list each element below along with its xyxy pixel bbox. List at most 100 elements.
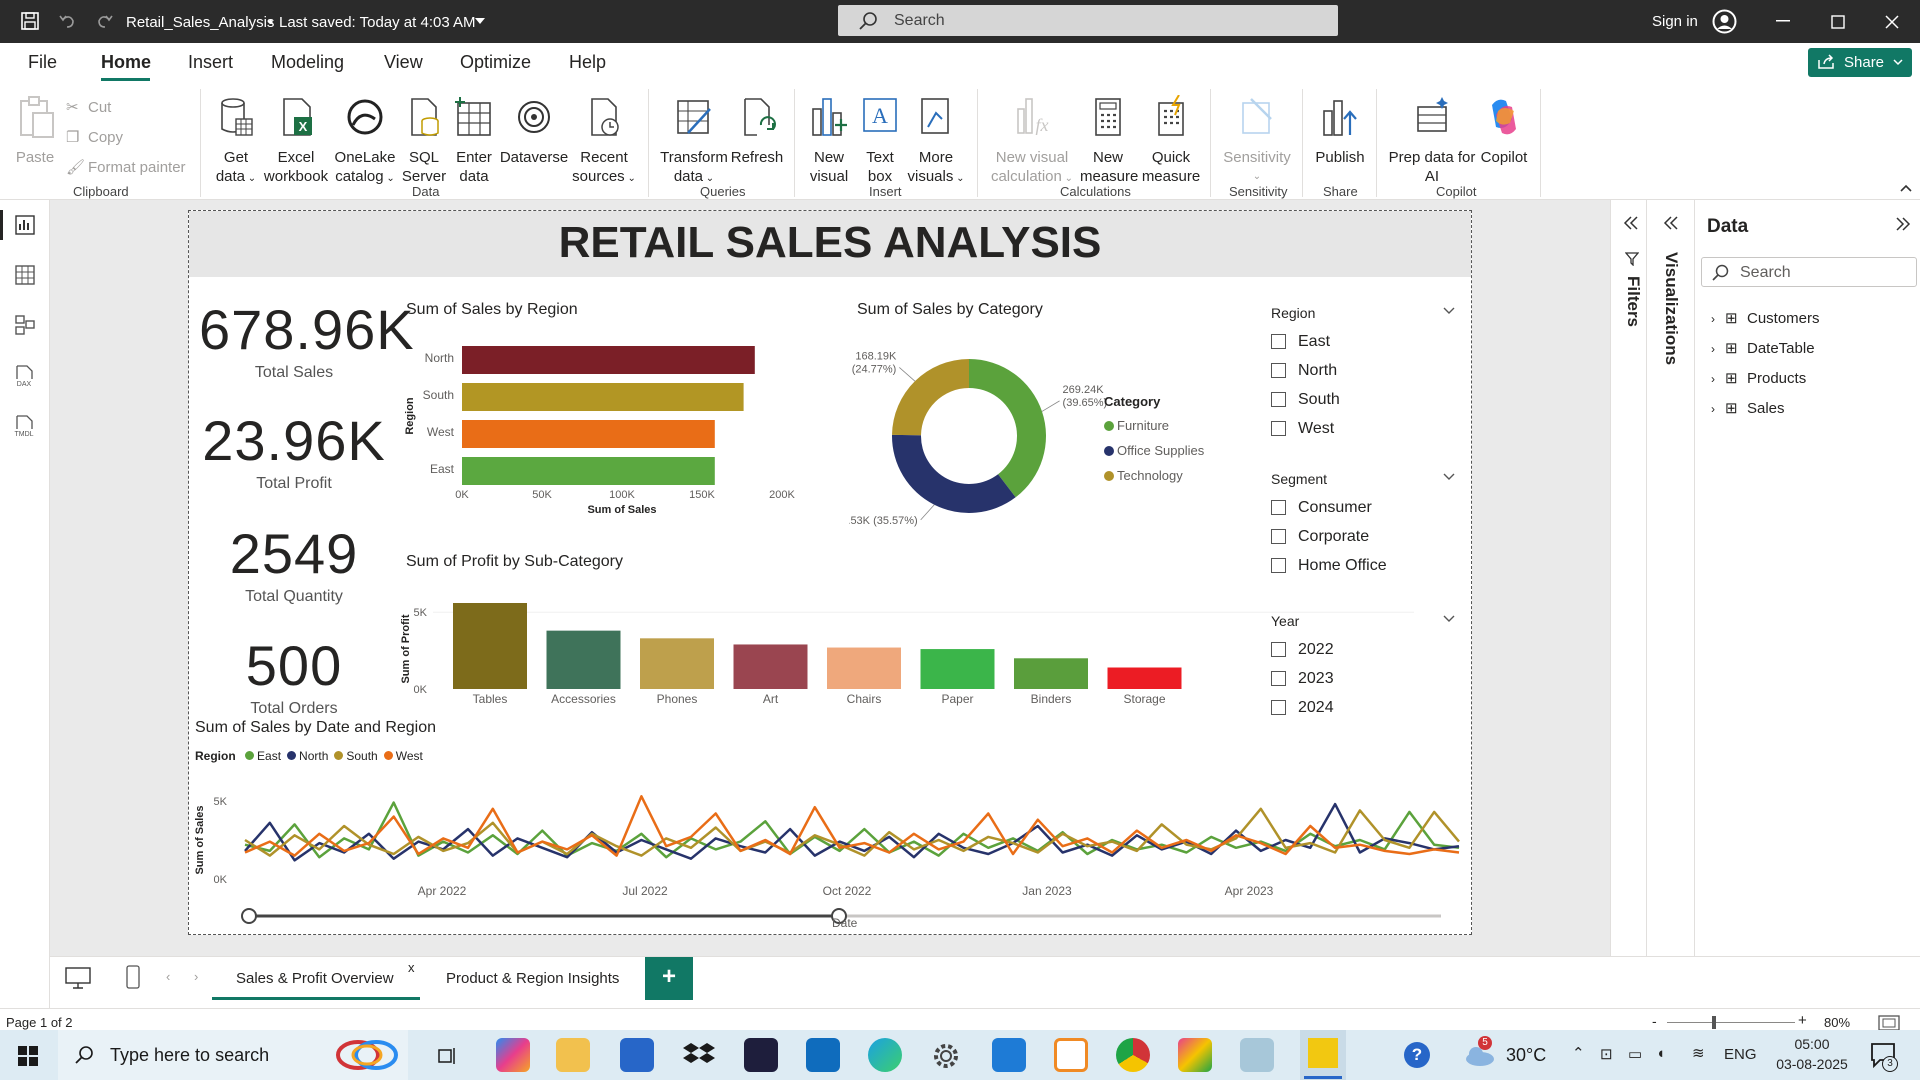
powershell-icon[interactable] (744, 1038, 778, 1072)
new-measure-button[interactable]: New measure (1080, 95, 1138, 186)
tab-optimize[interactable]: Optimize (460, 52, 531, 73)
mobile-layout-icon[interactable] (126, 965, 140, 989)
edge-icon[interactable] (868, 1038, 902, 1072)
powerbi-taskbar-button[interactable] (1300, 1030, 1346, 1080)
copilot-app-icon[interactable] (496, 1038, 530, 1072)
share-button[interactable]: Share (1808, 48, 1912, 77)
category-donut-chart[interactable]: 269.24K(39.65%) 241.53K (35.57%) 168.19K(2… (849, 326, 1249, 546)
report-view-icon[interactable] (15, 215, 35, 235)
copy-button[interactable]: ❐ Copy (66, 123, 186, 153)
maximize-icon[interactable] (1831, 15, 1845, 29)
text-box-button[interactable]: A Text box (858, 95, 902, 186)
chevron-down-icon[interactable] (474, 17, 486, 25)
sql-server-button[interactable]: SQL Server (400, 95, 448, 186)
tab-modeling[interactable]: Modeling (271, 52, 344, 73)
file-name[interactable]: Retail_Sales_Analysis (126, 14, 274, 31)
chrome-icon[interactable] (1116, 1038, 1150, 1072)
settings-icon[interactable] (930, 1040, 962, 1072)
taskbar-search[interactable]: Type here to search (58, 1030, 408, 1080)
zoom-out-button[interactable]: - (1652, 1013, 1657, 1029)
network-icon[interactable]: ≋ (1692, 1044, 1705, 1062)
collapse-ribbon-icon[interactable] (1900, 184, 1912, 192)
enter-data-button[interactable]: Enter data (450, 95, 498, 186)
zoom-in-button[interactable]: + (1798, 1012, 1807, 1029)
tab-view[interactable]: View (384, 52, 423, 73)
publish-button[interactable]: Publish (1312, 95, 1368, 167)
close-tab-icon[interactable]: x (408, 960, 415, 975)
zoom-slider-thumb[interactable] (1712, 1016, 1716, 1029)
tab-help[interactable]: Help (569, 52, 606, 73)
field-list-item[interactable]: › ⊞ Customers (1711, 304, 1820, 334)
scroll-right-icon[interactable]: › (194, 969, 198, 984)
checkbox[interactable] (1271, 529, 1286, 544)
speaker-icon[interactable]: ◖ (1656, 1045, 1665, 1062)
slicer-item[interactable]: South (1271, 385, 1461, 414)
field-list-item[interactable]: › ⊞ DateTable (1711, 334, 1820, 364)
transform-data-button[interactable]: Transform data ⌄ (658, 95, 730, 188)
minimize-icon[interactable] (1776, 20, 1790, 22)
expand-filters-icon[interactable] (1623, 216, 1639, 230)
slicer-item[interactable]: East (1271, 327, 1461, 356)
chevron-right-icon[interactable]: › (1711, 394, 1725, 424)
kpi-card[interactable]: 500 Total Orders (199, 633, 389, 718)
tab-insert[interactable]: Insert (188, 52, 233, 73)
slicer-item[interactable]: North (1271, 356, 1461, 385)
task-view-icon[interactable] (438, 1046, 458, 1066)
chevron-right-icon[interactable]: › (1711, 334, 1725, 364)
sign-in-link[interactable]: Sign in (1652, 13, 1698, 30)
outlook-icon[interactable] (806, 1038, 840, 1072)
app-icon[interactable] (1178, 1038, 1212, 1072)
weather-temperature[interactable]: 30°C (1506, 1045, 1546, 1066)
slicer-item[interactable]: 2022 (1271, 635, 1461, 664)
onedrive-icon[interactable]: ⊡ (1600, 1045, 1613, 1063)
slicer-item[interactable]: 2024 (1271, 693, 1461, 722)
slicer-item[interactable]: Home Office (1271, 551, 1461, 580)
redo-icon[interactable] (96, 12, 114, 30)
tab-file[interactable]: File (28, 52, 57, 73)
get-data-button[interactable]: Get data ⌄ (211, 95, 261, 188)
checkbox[interactable] (1271, 700, 1286, 715)
checkbox[interactable] (1271, 334, 1286, 349)
checkbox[interactable] (1271, 642, 1286, 657)
slicer-item[interactable]: West (1271, 414, 1461, 443)
legend-item[interactable]: West (383, 749, 423, 763)
region-bar-chart[interactable]: North South West East 0K 50K 100K 150K 200K Sum o… (399, 326, 819, 546)
search-box[interactable]: Search (838, 5, 1338, 36)
dataverse-button[interactable]: Dataverse (499, 95, 569, 167)
checkbox[interactable] (1271, 500, 1286, 515)
model-view-icon[interactable] (15, 315, 35, 335)
copilot-button[interactable]: Copilot (1478, 95, 1530, 167)
dropbox-icon[interactable] (682, 1040, 716, 1070)
zoom-slider[interactable] (1667, 1022, 1795, 1023)
chevron-right-icon[interactable]: › (1711, 304, 1725, 334)
collapse-data-pane-icon[interactable] (1895, 217, 1911, 231)
save-icon[interactable] (20, 11, 40, 31)
kpi-card[interactable]: 23.96K Total Profit (199, 408, 389, 493)
microsoft-store-icon[interactable] (620, 1038, 654, 1072)
sensitivity-button[interactable]: Sensitivity ⌄ (1220, 95, 1294, 186)
slicer-item[interactable]: Consumer (1271, 493, 1461, 522)
legend-item[interactable]: East (245, 749, 281, 763)
slicer-item[interactable]: Corporate (1271, 522, 1461, 551)
slicer-item[interactable]: 2023 (1271, 664, 1461, 693)
refresh-button[interactable]: Refresh (730, 95, 784, 167)
sales-line-chart[interactable]: Sum of Sales 0K 5K Apr 2022 Jul 2022 Oct 2022… (189, 771, 1471, 936)
page-tab-active[interactable]: Sales & Profit Overview x (212, 957, 420, 1000)
vscode-icon[interactable] (992, 1038, 1026, 1072)
file-explorer-icon[interactable] (556, 1038, 590, 1072)
expand-visualizations-icon[interactable] (1663, 216, 1679, 230)
checkbox[interactable] (1271, 671, 1286, 686)
chevron-down-icon[interactable] (1443, 307, 1455, 315)
field-list-item[interactable]: › ⊞ Sales (1711, 394, 1820, 424)
legend-item[interactable]: South (334, 749, 378, 763)
dax-query-view-icon[interactable]: DAX (13, 365, 37, 387)
new-visual-calculation-button[interactable]: fx New visual calculation ⌄ (988, 95, 1076, 188)
page-tab[interactable]: Product & Region Insights (426, 957, 624, 1000)
field-list-item[interactable]: › ⊞ Products (1711, 364, 1820, 394)
excel-workbook-button[interactable]: X Excel workbook (262, 95, 330, 186)
windows-start-icon[interactable] (18, 1046, 38, 1066)
legend-item[interactable]: North (287, 749, 328, 763)
format-painter-button[interactable]: 🖌 Format painter (66, 153, 186, 183)
visualizations-pane[interactable]: Visualizations (1646, 200, 1694, 956)
battery-icon[interactable]: ▭ (1628, 1045, 1642, 1063)
